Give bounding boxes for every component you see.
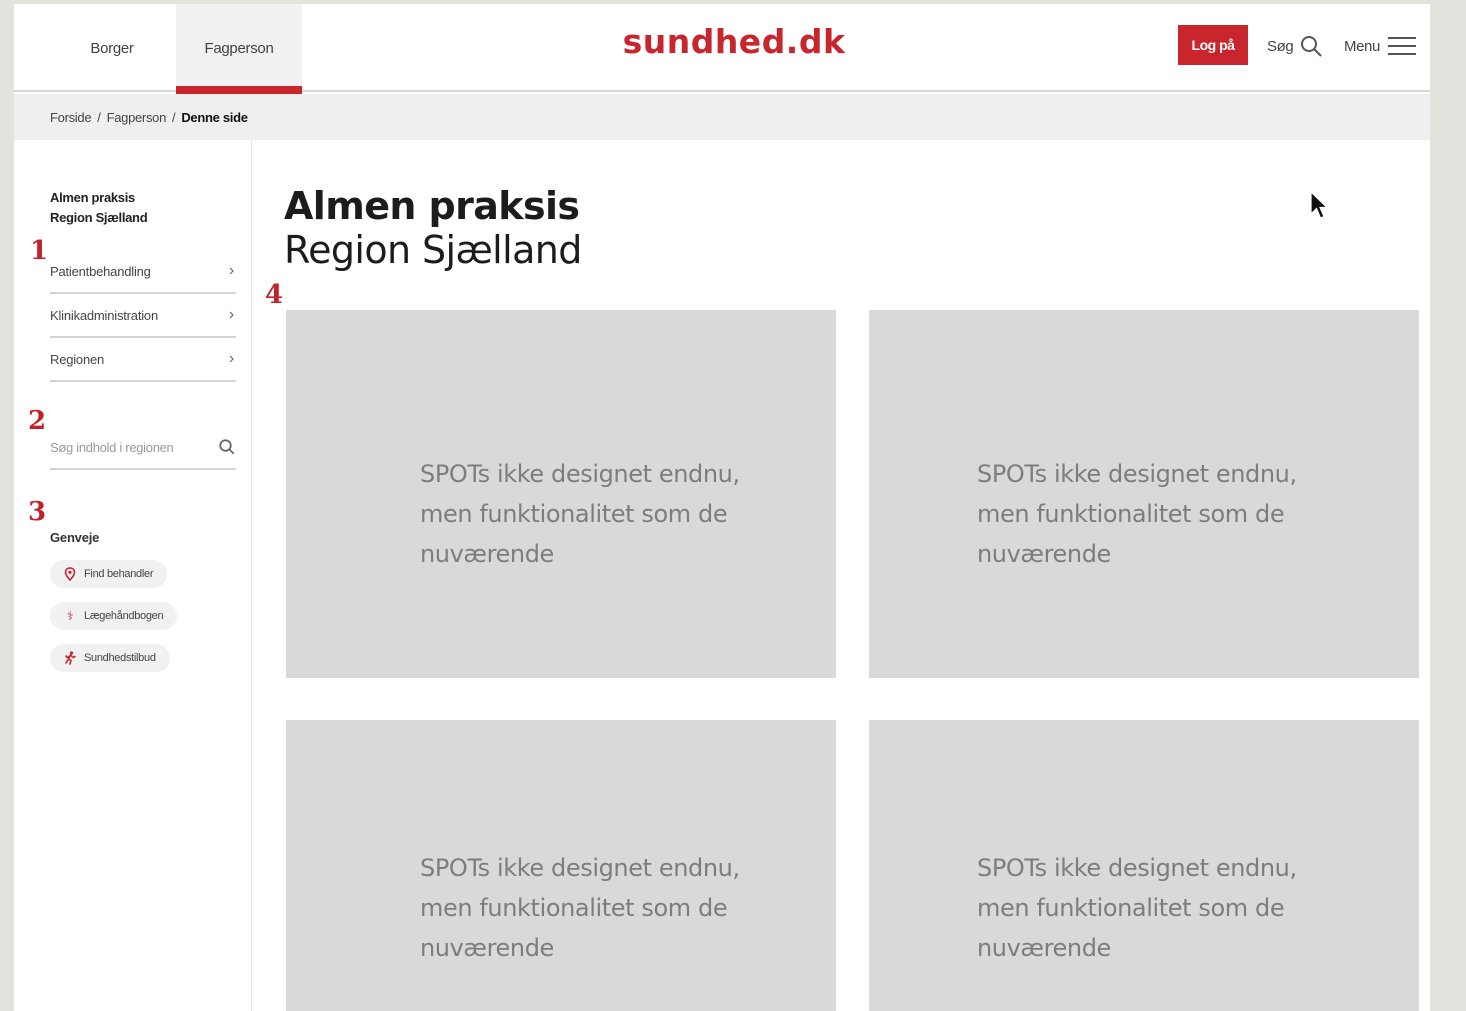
region-search-input[interactable] (50, 439, 210, 455)
breadcrumb: Forside / Fagperson / Denne side (14, 94, 1430, 140)
annotation-marker-4: 4 (265, 280, 284, 310)
sidebar-item-klinikadministration[interactable]: Klinikadministration › (50, 294, 236, 338)
breadcrumb-separator: / (172, 109, 176, 125)
search-label: Søg (1267, 37, 1294, 55)
region-search (50, 426, 236, 470)
shortcut-label: Lægehåndbogen (84, 610, 164, 622)
spot-placeholder[interactable]: SPOTs ikke designet endnu, men funktiona… (869, 720, 1419, 1011)
hamburger-icon (1387, 35, 1416, 57)
sidebar-title: Almen praksis Region Sjælland (50, 188, 148, 228)
spot-text: SPOTs ikke designet endnu, men funktiona… (977, 848, 1337, 968)
breadcrumb-item-forside[interactable]: Forside (50, 110, 92, 125)
sidebar-item-label: Regionen (50, 351, 105, 367)
spot-text-line: SPOTs ikke designet endnu, (420, 460, 740, 488)
spot-text-line: men funktionalitet som de (977, 894, 1285, 922)
sidebar-item-patientbehandling[interactable]: Patientbehandling › (50, 250, 236, 294)
spot-text-line: men funktionalitet som de (977, 500, 1285, 528)
tab-borger-label: Borger (90, 39, 134, 57)
breadcrumb-current: Denne side (181, 109, 248, 125)
chevron-right-icon: › (228, 262, 234, 279)
chevron-right-icon: › (228, 306, 234, 323)
tab-fagperson-label: Fagperson (204, 39, 274, 57)
menu-button[interactable]: Menu (1344, 32, 1416, 60)
sidebar-title-line2: Region Sjælland (50, 210, 148, 225)
search-icon (1301, 36, 1323, 57)
page-subtitle: Region Sjælland (284, 228, 582, 272)
shortcuts-heading: Genveje (50, 530, 100, 545)
spot-placeholder[interactable]: SPOTs ikke designet endnu, men funktiona… (286, 310, 836, 678)
shortcut-find-behandler[interactable]: Find behandler (50, 560, 168, 588)
tab-borger[interactable]: Borger (76, 4, 148, 92)
login-button[interactable]: Log på (1178, 25, 1248, 65)
shortcut-label: Find behandler (84, 568, 154, 580)
sidebar-title-line1: Almen praksis (50, 190, 135, 205)
spot-text-line: SPOTs ikke designet endnu, (420, 854, 740, 882)
shortcut-laegehaandbogen[interactable]: ⚕ Lægehåndbogen (50, 602, 178, 630)
spot-text: SPOTs ikke designet endnu, men funktiona… (420, 454, 780, 574)
location-pin-icon (64, 567, 76, 581)
spot-text-line: SPOTs ikke designet endnu, (977, 460, 1297, 488)
spot-text-line: nuværende (977, 540, 1111, 568)
page-frame: Borger Fagperson sundhed.dk Log på Søg M… (14, 4, 1430, 1011)
tab-fagperson[interactable]: Fagperson (176, 4, 302, 94)
annotation-marker-1: 1 (30, 236, 49, 266)
chevron-right-icon: › (228, 350, 234, 367)
spot-text: SPOTs ikke designet endnu, men funktiona… (420, 848, 780, 968)
spot-text-line: SPOTs ikke designet endnu, (977, 854, 1297, 882)
breadcrumb-separator: / (97, 109, 101, 125)
sidebar-item-label: Patientbehandling (50, 263, 151, 279)
search-icon[interactable] (218, 438, 236, 456)
mouse-cursor-icon (1310, 191, 1329, 219)
spot-text-line: men funktionalitet som de (420, 894, 728, 922)
sidebar-item-regionen[interactable]: Regionen › (50, 338, 236, 382)
caduceus-icon: ⚕ (66, 609, 74, 623)
spot-text-line: men funktionalitet som de (420, 500, 728, 528)
shortcut-label: Sundhedstilbud (84, 652, 156, 664)
spot-placeholder[interactable]: SPOTs ikke designet endnu, men funktiona… (286, 720, 836, 1011)
sidebar-item-label: Klinikadministration (50, 307, 158, 323)
shortcut-sundhedstilbud[interactable]: Sundhedstilbud (50, 644, 170, 672)
annotation-marker-3: 3 (28, 497, 47, 527)
sidebar: Almen praksis Region Sjælland Patientbeh… (14, 140, 252, 1011)
breadcrumb-item-fagperson[interactable]: Fagperson (107, 110, 167, 125)
spot-text-line: nuværende (420, 934, 554, 962)
menu-label: Menu (1344, 37, 1380, 55)
page-title: Almen praksis (284, 184, 580, 228)
annotation-marker-2: 2 (28, 406, 47, 436)
runner-icon (64, 651, 76, 665)
spot-text-line: nuværende (977, 934, 1111, 962)
site-header: Borger Fagperson sundhed.dk Log på Søg M… (14, 4, 1430, 94)
search-button[interactable]: Søg (1267, 32, 1323, 60)
spot-text-line: nuværende (420, 540, 554, 568)
spot-placeholder[interactable]: SPOTs ikke designet endnu, men funktiona… (869, 310, 1419, 678)
site-logo[interactable]: sundhed.dk (604, 22, 864, 61)
spot-text: SPOTs ikke designet endnu, men funktiona… (977, 454, 1337, 574)
